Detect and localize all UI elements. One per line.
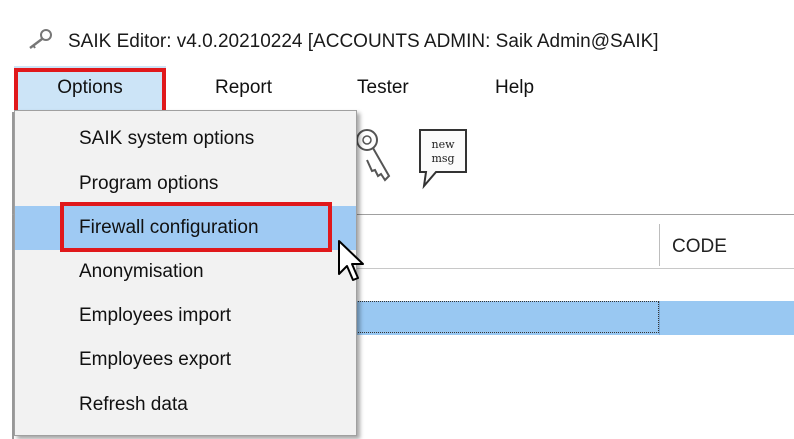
menu-item-label: Employees export (79, 349, 232, 370)
mouse-cursor-icon (338, 240, 364, 281)
menu-item-label: Employees import (79, 305, 232, 326)
new-message-icon[interactable]: new msg (414, 126, 474, 190)
menu-item-label: Refresh data (79, 394, 188, 415)
column-separator[interactable] (659, 224, 660, 266)
menu-tester-label: Tester (357, 77, 409, 98)
menu-bar: Options Report Tester Help (0, 66, 794, 110)
menu-item-program-options[interactable]: Program options (15, 162, 356, 206)
menu-item-refresh-data[interactable]: Refresh data (15, 383, 356, 427)
menu-item-employees-import[interactable]: Employees import (15, 294, 356, 338)
menu-options-label: Options (57, 77, 123, 98)
new-msg-line2: msg (431, 152, 454, 165)
menu-help-label: Help (495, 77, 535, 98)
key-icon (29, 29, 52, 49)
column-header-code[interactable]: CODE (672, 236, 727, 258)
options-dropdown-menu: SAIK system options Program options Fire… (14, 110, 357, 436)
menu-item-label: Program options (79, 173, 219, 194)
menu-item-saik-system-options[interactable]: SAIK system options (15, 117, 356, 161)
menu-item-label: Anonymisation (79, 261, 204, 282)
menu-options[interactable]: Options (14, 66, 166, 110)
menu-item-label: SAIK system options (79, 128, 255, 149)
menu-item-anonymisation[interactable]: Anonymisation (15, 250, 356, 294)
menu-item-employees-export[interactable]: Employees export (15, 338, 356, 382)
title-bar: SAIK Editor: v4.0.20210224 [ACCOUNTS ADM… (0, 0, 794, 62)
menu-report-label: Report (215, 77, 273, 98)
menu-tester[interactable]: Tester (357, 66, 409, 110)
new-msg-line1: new (431, 138, 455, 151)
window-title: SAIK Editor: v4.0.20210224 [ACCOUNTS ADM… (68, 31, 659, 52)
menu-report[interactable]: Report (215, 66, 272, 110)
menu-help[interactable]: Help (495, 66, 534, 110)
cell-separator (659, 301, 660, 335)
menu-item-firewall-configuration[interactable]: Firewall configuration (15, 206, 356, 250)
menu-item-label: Firewall configuration (79, 217, 259, 238)
